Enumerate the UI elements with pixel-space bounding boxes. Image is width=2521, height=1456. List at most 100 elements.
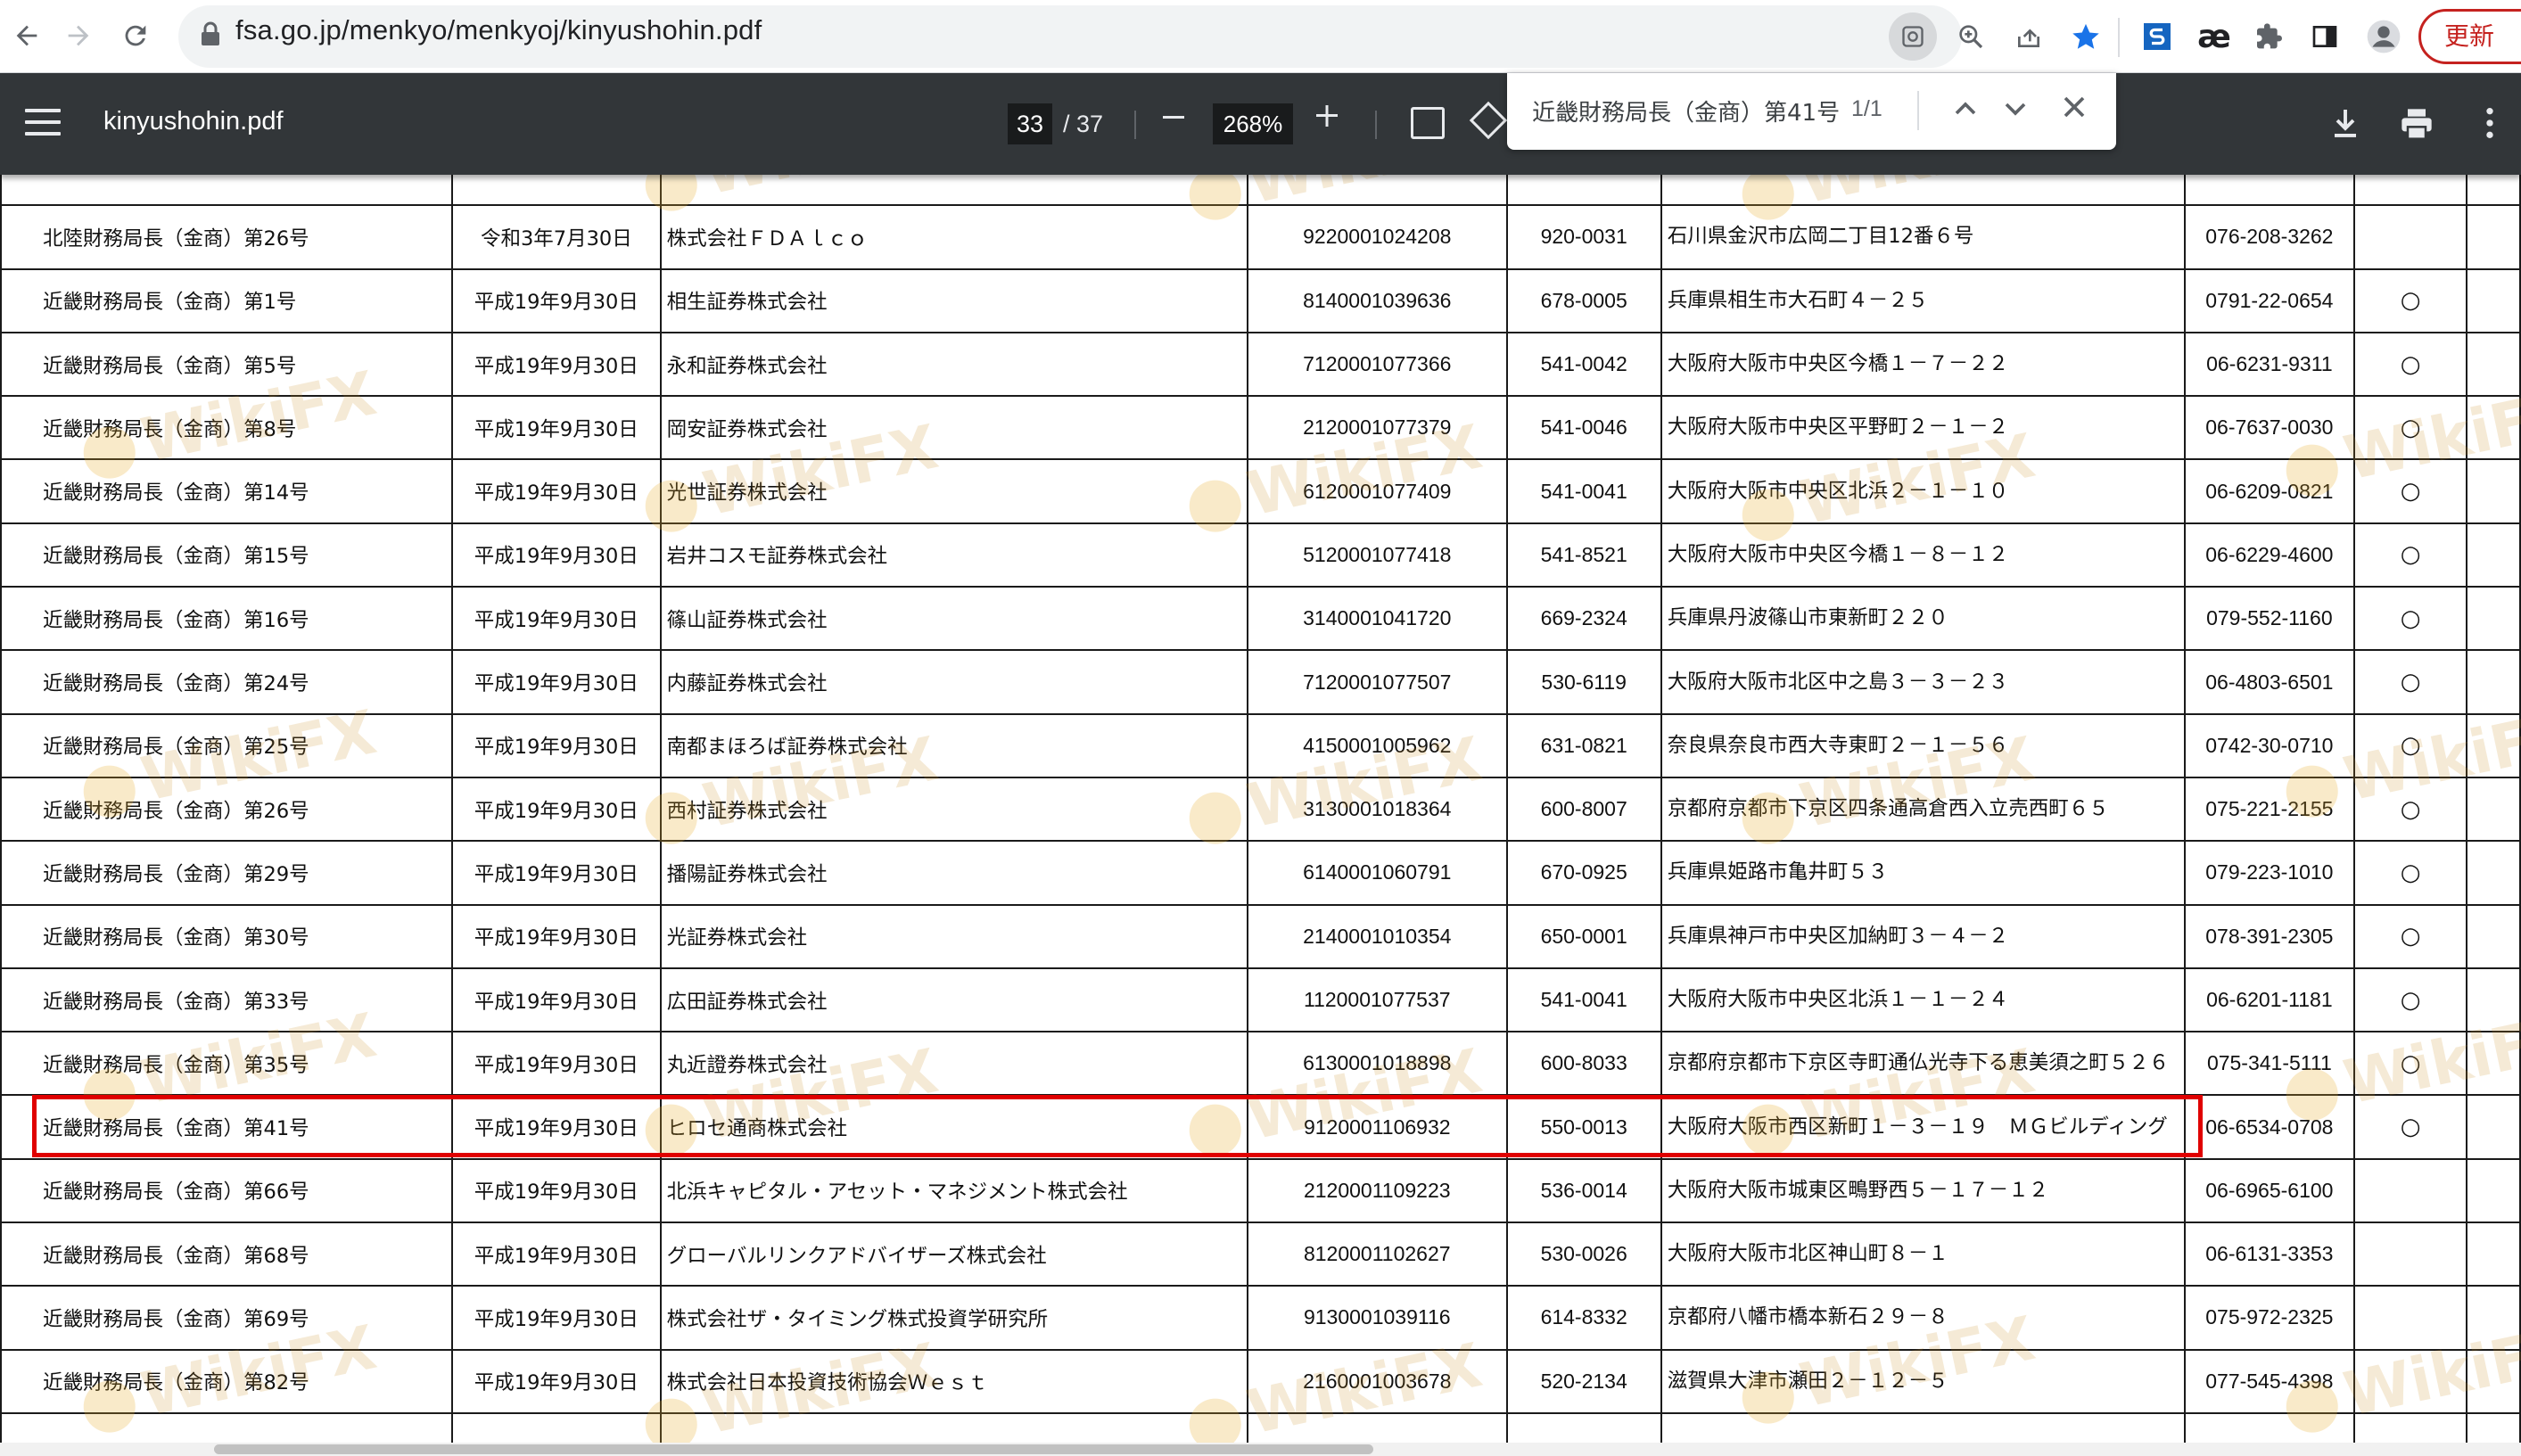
url-text[interactable]: fsa.go.jp/menkyo/menkyoj/kinyushohin.pdf <box>235 14 762 46</box>
close-icon[interactable] <box>2056 87 2092 135</box>
table-cell-phone: 06-6131-3353 <box>2184 1222 2355 1287</box>
table-cell-date: 平成19年9月30日 <box>451 522 662 588</box>
extensions-puzzle-icon[interactable] <box>2245 12 2294 61</box>
back-arrow-icon[interactable] <box>0 9 54 62</box>
registrant-table: 北陸財務局長（金商）第26号 令和3年7月30日 株式会社ＦＤＡｌｃｏ 9220001… <box>0 175 2521 1443</box>
table-cell-extra <box>2466 522 2521 588</box>
table-row-partial <box>0 175 2521 207</box>
table-cell-postal-code: 650-0001 <box>1505 903 1662 969</box>
table-cell-postal-code: 541-0041 <box>1505 458 1662 524</box>
table-cell-mark: ○ <box>2352 331 2468 398</box>
lens-search-icon[interactable] <box>1889 12 1937 61</box>
chevron-up-icon[interactable] <box>1948 91 1983 130</box>
chevron-down-icon[interactable] <box>1998 91 2033 130</box>
table-cell-company: 播陽証券株式会社 <box>659 840 1248 906</box>
table-cell-corporate-number: 3140001041720 <box>1246 586 1508 652</box>
rotate-icon[interactable] <box>1469 101 1508 140</box>
table-cell <box>1660 175 2187 207</box>
table-cell-date: 平成19年9月30日 <box>451 331 662 398</box>
table-cell-address: 兵庫県丹波篠山市東新町２２０ <box>1660 586 2187 652</box>
table-cell-company: ヒロセ通商株式会社 <box>659 1094 1248 1160</box>
table-cell-corporate-number: 6130001018898 <box>1246 1031 1508 1097</box>
more-options-icon[interactable] <box>2484 105 2495 144</box>
bookmark-star-icon[interactable] <box>2062 12 2110 61</box>
table-cell-corporate-number: 2120001077379 <box>1246 395 1508 461</box>
table-cell-corporate-number: 8120001102627 <box>1246 1222 1508 1287</box>
table-cell-company: 丸近證券株式会社 <box>659 1031 1248 1097</box>
table-cell <box>1246 175 1508 207</box>
fit-to-page-icon[interactable] <box>1411 107 1445 139</box>
table-row: 近畿財務局長（金商）第1号 平成19年9月30日 相生証券株式会社 814000103… <box>0 267 2521 333</box>
table-cell-authority: 北陸財務局長（金商）第26号 <box>0 204 454 270</box>
find-divider <box>1917 91 1919 130</box>
table-cell-mark <box>2352 1157 2468 1224</box>
page-total: / 37 <box>1063 111 1104 137</box>
reload-icon[interactable] <box>109 9 162 62</box>
side-panel-icon[interactable] <box>2301 12 2349 61</box>
table-cell-corporate-number: 6140001060791 <box>1246 840 1508 906</box>
profile-avatar-icon[interactable] <box>2360 12 2408 61</box>
table-cell-authority: 近畿財務局長（金商）第29号 <box>0 840 454 906</box>
table-cell-corporate-number: 9120001106932 <box>1246 1094 1508 1160</box>
table-cell-phone: 075-221-2155 <box>2184 776 2355 843</box>
page-number-input[interactable]: 33 <box>1008 103 1052 144</box>
table-cell-postal-code: 541-0042 <box>1505 331 1662 398</box>
table-cell-authority: 近畿財務局長（金商）第8号 <box>0 395 454 461</box>
table-cell-corporate-number: 5120001077418 <box>1246 522 1508 588</box>
table-cell-postal-code: 669-2324 <box>1505 586 1662 652</box>
table-cell-company: 光証券株式会社 <box>659 903 1248 969</box>
zoom-icon[interactable] <box>1947 12 1995 61</box>
download-icon[interactable] <box>2329 105 2361 144</box>
table-cell-phone: 075-341-5111 <box>2184 1031 2355 1097</box>
table-cell-corporate-number: 8140001039636 <box>1246 267 1508 333</box>
forward-arrow-icon[interactable] <box>52 9 105 62</box>
table-row: 近畿財務局長（金商）第24号 平成19年9月30日 内藤証券株式会社 71200010… <box>0 649 2521 715</box>
table-cell-address: 大阪府大阪市西区新町１－３－１９ ＭＧビルディング <box>1660 1094 2187 1160</box>
hamburger-menu-icon[interactable] <box>25 109 61 139</box>
table-cell-extra <box>2466 712 2521 778</box>
table-cell-company: 株式会社ＦＤＡｌｃｏ <box>659 204 1248 270</box>
table-cell-company: グローバルリンクアドバイザーズ株式会社 <box>659 1222 1248 1287</box>
table-cell <box>451 1411 662 1443</box>
table-cell <box>1246 1411 1508 1443</box>
table-cell-date: 平成19年9月30日 <box>451 776 662 843</box>
table-cell-date: 平成19年9月30日 <box>451 267 662 333</box>
update-button[interactable]: 更新 <box>2418 9 2521 64</box>
table-cell <box>2352 1411 2468 1443</box>
pdf-page-view[interactable]: 北陸財務局長（金商）第26号 令和3年7月30日 株式会社ＦＤＡｌｃｏ 9220001… <box>0 175 2521 1443</box>
table-cell-extra <box>2466 840 2521 906</box>
zoom-in-button[interactable] <box>1314 98 1339 144</box>
table-cell-mark: ○ <box>2352 967 2468 1033</box>
table-cell-corporate-number: 7120001077507 <box>1246 649 1508 715</box>
table-cell-phone: 078-391-2305 <box>2184 903 2355 969</box>
extension-s-icon[interactable] <box>2133 12 2181 61</box>
scrollbar-thumb[interactable] <box>214 1444 1373 1454</box>
table-cell-address: 大阪府大阪市北区中之島３－３－２３ <box>1660 649 2187 715</box>
table-cell-mark: ○ <box>2352 649 2468 715</box>
table-cell-phone: 06-6534-0708 <box>2184 1094 2355 1160</box>
table-row: 近畿財務局長（金商）第35号 平成19年9月30日 丸近證券株式会社 61300010… <box>0 1031 2521 1097</box>
print-icon[interactable] <box>2399 107 2434 144</box>
table-cell <box>2466 175 2521 207</box>
zoom-level-input[interactable]: 268% <box>1213 103 1293 144</box>
table-cell <box>2184 1411 2355 1443</box>
find-match-count: 1/1 <box>1851 96 1883 121</box>
table-cell-company: 広田証券株式会社 <box>659 967 1248 1033</box>
table-row: 近畿財務局長（金商）第29号 平成19年9月30日 播陽証券株式会社 61400010… <box>0 840 2521 906</box>
share-icon[interactable] <box>2005 12 2053 61</box>
table-row: 近畿財務局長（金商）第5号 平成19年9月30日 永和証券株式会社 712000107… <box>0 331 2521 398</box>
find-in-page-bar: 近畿財務局長（金商）第41号 1/1 <box>1507 73 2116 150</box>
table-row: 近畿財務局長（金商）第69号 平成19年9月30日 株式会社ザ・タイミング株式投資学… <box>0 1285 2521 1351</box>
table-cell-postal-code: 600-8033 <box>1505 1031 1662 1097</box>
extension-ae-icon[interactable]: æ <box>2190 12 2238 61</box>
table-cell-phone: 0742-30-0710 <box>2184 712 2355 778</box>
table-cell-extra <box>2466 331 2521 398</box>
lock-icon[interactable] <box>201 21 220 46</box>
zoom-out-button[interactable] <box>1161 100 1186 145</box>
table-cell-date: 平成19年9月30日 <box>451 458 662 524</box>
table-cell-corporate-number: 6120001077409 <box>1246 458 1508 524</box>
table-cell-date: 平成19年9月30日 <box>451 1031 662 1097</box>
table-cell-corporate-number: 3130001018364 <box>1246 776 1508 843</box>
find-input[interactable]: 近畿財務局長（金商）第41号 <box>1532 95 1840 128</box>
table-cell-mark <box>2352 1285 2468 1351</box>
